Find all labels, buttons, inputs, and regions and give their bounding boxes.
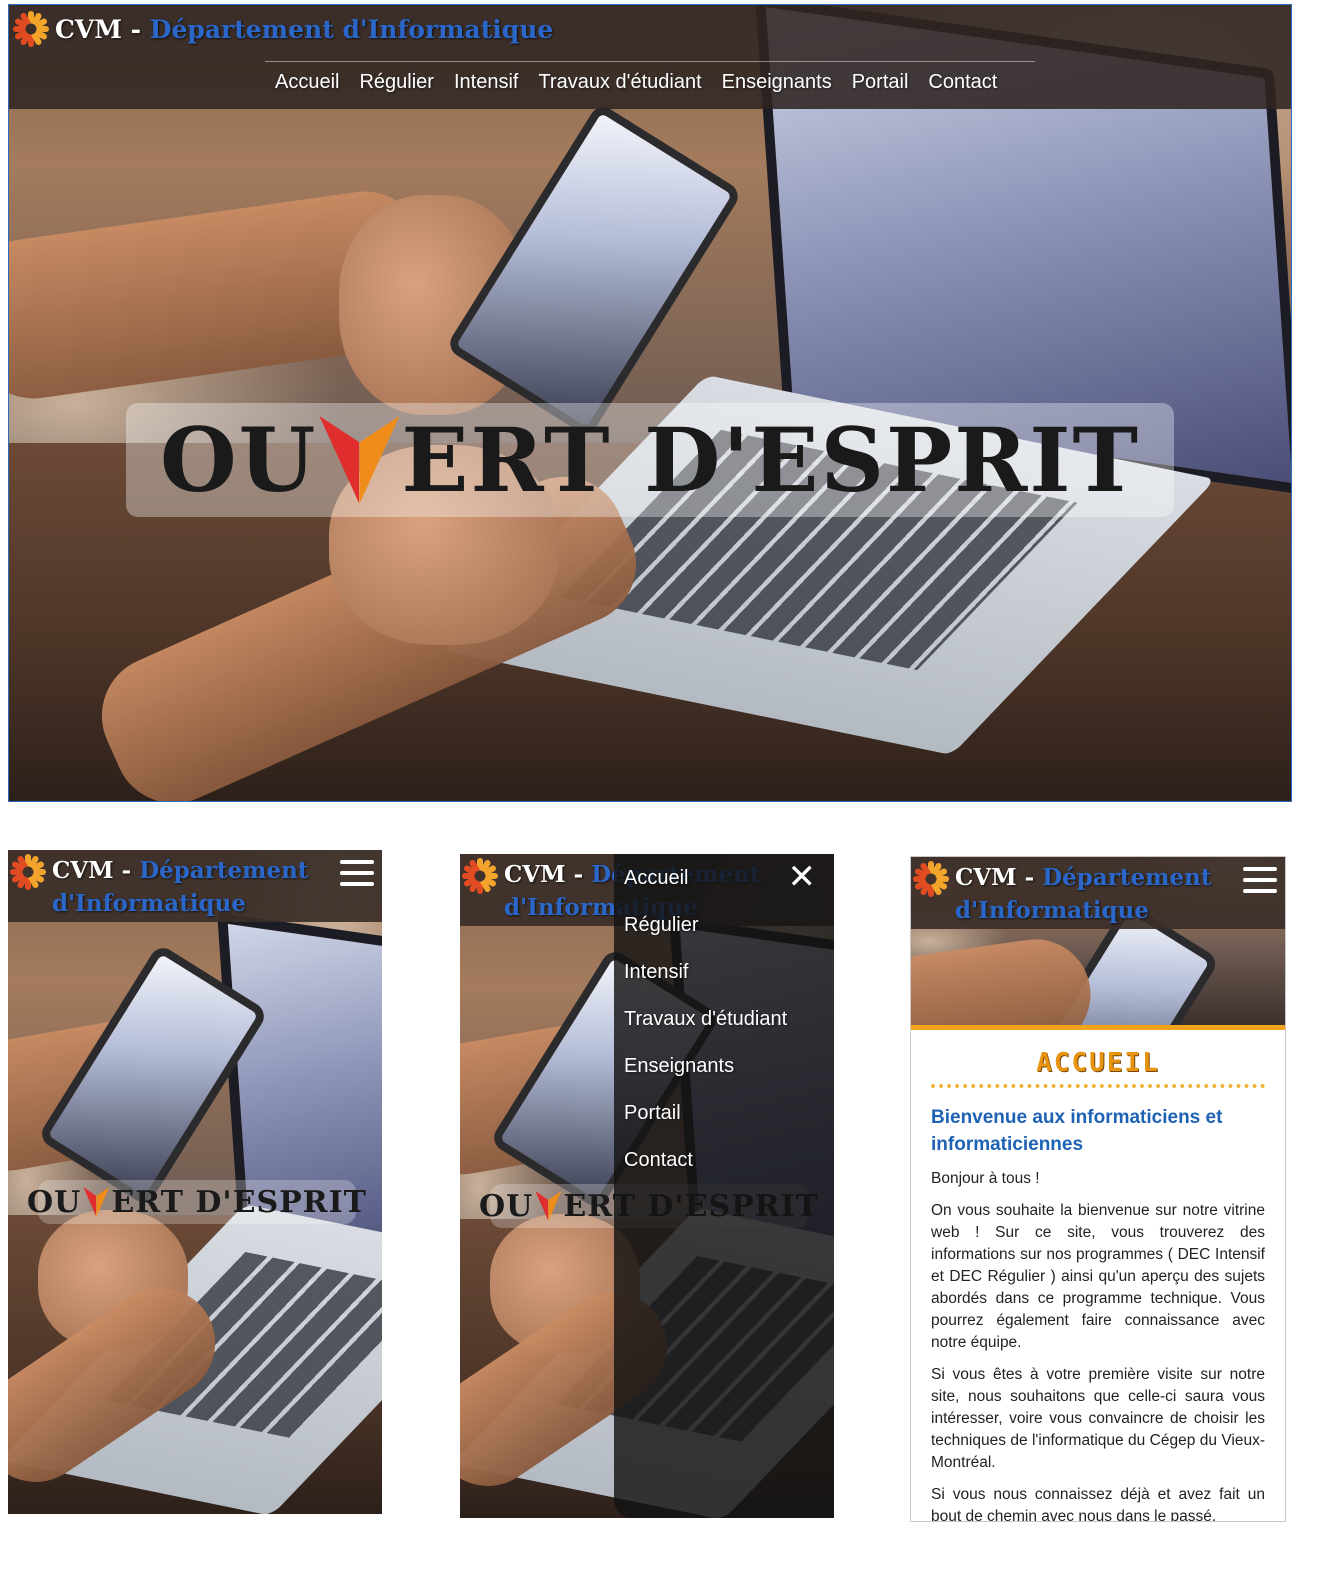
paragraph: Si vous êtes à votre première visite sur… <box>931 1366 1265 1471</box>
nav-accueil[interactable]: Accueil <box>275 71 339 94</box>
nav-portail[interactable]: Portail <box>852 71 909 94</box>
nav-enseignants[interactable]: Enseignants <box>624 1055 734 1077</box>
dotted-divider <box>931 1084 1265 1088</box>
mobile-nav-item: Intensif <box>624 958 787 1005</box>
main-content: ACCUEIL Bienvenue aux informaticiens et … <box>911 1030 1285 1522</box>
site-title: CVM - Département d'Informatique <box>55 14 554 44</box>
mobile-nav-item: Enseignants <box>624 1052 787 1099</box>
nav-contact[interactable]: Contact <box>624 1149 693 1171</box>
main-nav: Accueil Régulier Intensif Travaux d'étud… <box>275 71 997 94</box>
nav-portail[interactable]: Portail <box>624 1102 681 1124</box>
hamburger-icon[interactable] <box>1243 867 1277 893</box>
nav-contact[interactable]: Contact <box>928 71 997 94</box>
logo-star-icon <box>913 861 949 897</box>
slogan: OU ERT D'ESPRIT <box>159 408 1141 512</box>
brand[interactable]: CVM - Département d'Informatique <box>913 861 1211 927</box>
close-icon[interactable]: ✕ <box>788 860 817 894</box>
logo-star-icon <box>13 11 49 47</box>
hamburger-icon[interactable] <box>340 860 374 886</box>
site-header: CVM - Département d'Informatique Accueil… <box>9 5 1291 109</box>
slogan-banner: OU ERT D'ESPRIT <box>27 1180 366 1224</box>
mobile-header: CVM - Département d'Informatique <box>911 857 1285 929</box>
paragraph: Si vous nous connaissez déjà et avez fai… <box>931 1486 1265 1522</box>
page-title: ACCUEIL <box>1036 1048 1160 1078</box>
mobile-view-content: CVM - Département d'Informatique ACCUEIL… <box>910 856 1286 1522</box>
v-logo-icon <box>319 416 400 504</box>
mobile-nav-item: Régulier <box>624 911 787 958</box>
nav-intensif[interactable]: Intensif <box>624 961 688 983</box>
mobile-nav-overlay: ✕ Accueil Régulier Intensif Travaux d'ét… <box>614 854 834 1518</box>
mobile-view-closed: CVM - Département d'Informatique OU ERT … <box>8 850 382 1514</box>
mobile-nav-item: Contact <box>624 1146 787 1193</box>
mobile-nav-item: Portail <box>624 1099 787 1146</box>
nav-enseignants[interactable]: Enseignants <box>722 71 832 94</box>
site-title: CVM - Département d'Informatique <box>52 857 309 917</box>
mobile-nav-item: Accueil <box>624 864 787 911</box>
paragraph: Bonjour à tous ! <box>931 1170 1040 1187</box>
paragraph: On vous souhaite la bienvenue sur notre … <box>931 1202 1265 1351</box>
nav-regulier[interactable]: Régulier <box>624 914 698 936</box>
desktop-view: CVM - Département d'Informatique Accueil… <box>8 4 1292 802</box>
nav-divider <box>265 61 1035 62</box>
welcome-heading: Bienvenue aux informaticiens et informat… <box>931 1107 1223 1155</box>
slogan-banner: OU ERT D'ESPRIT <box>126 403 1174 517</box>
nav-intensif[interactable]: Intensif <box>454 71 518 94</box>
v-logo-icon <box>83 1187 110 1217</box>
nav-travaux[interactable]: Travaux d'étudiant <box>538 71 701 94</box>
logo-star-icon <box>10 854 46 890</box>
nav-travaux[interactable]: Travaux d'étudiant <box>624 1008 787 1030</box>
mobile-header: CVM - Département d'Informatique <box>8 850 382 922</box>
brand[interactable]: CVM - Département d'Informatique <box>13 11 553 47</box>
v-logo-icon <box>535 1191 562 1221</box>
mobile-nav-list: Accueil Régulier Intensif Travaux d'étud… <box>624 864 787 1193</box>
mobile-nav-item: Travaux d'étudiant <box>624 1005 787 1052</box>
nav-regulier[interactable]: Régulier <box>359 71 433 94</box>
logo-star-icon <box>462 858 498 894</box>
mobile-view-menu-open: CVM - Département d'Informatique OU ERT … <box>460 854 834 1518</box>
nav-accueil[interactable]: Accueil <box>624 867 688 889</box>
site-title: CVM - Département d'Informatique <box>955 864 1212 924</box>
brand[interactable]: CVM - Département d'Informatique <box>10 854 308 920</box>
slogan: OU ERT D'ESPRIT <box>27 1184 367 1220</box>
